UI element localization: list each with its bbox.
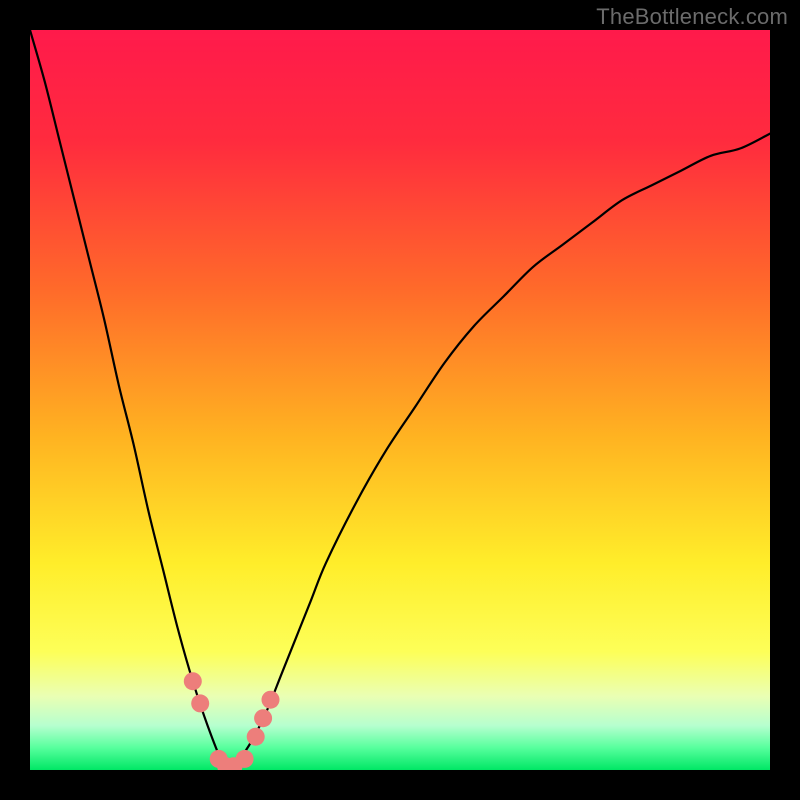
- data-marker: [191, 694, 209, 712]
- bottleneck-curve: [30, 30, 770, 770]
- data-marker: [247, 728, 265, 746]
- plot-area: [30, 30, 770, 770]
- data-markers: [184, 672, 280, 770]
- data-marker: [184, 672, 202, 690]
- curve-layer: [30, 30, 770, 770]
- chart-frame: TheBottleneck.com: [0, 0, 800, 800]
- data-marker: [262, 691, 280, 709]
- watermark-text: TheBottleneck.com: [596, 4, 788, 30]
- data-marker: [236, 750, 254, 768]
- data-marker: [254, 709, 272, 727]
